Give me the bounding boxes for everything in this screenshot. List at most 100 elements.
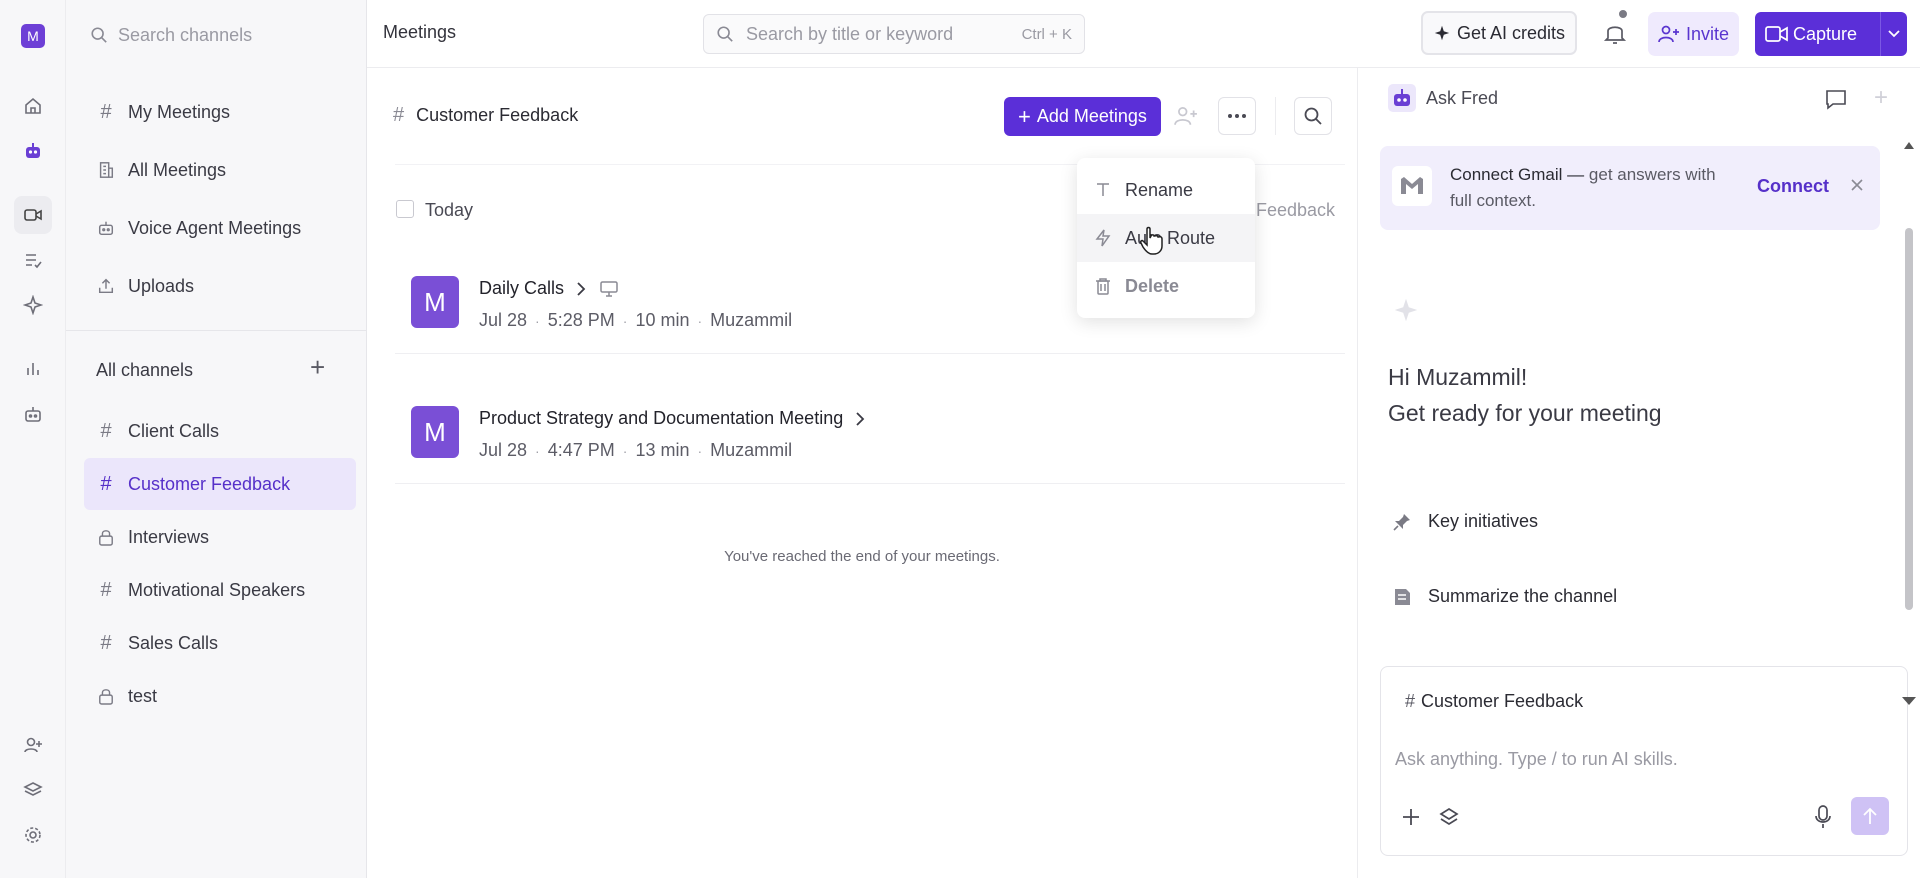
hash-icon: # — [1405, 691, 1416, 711]
menu-item-delete[interactable]: Delete — [1077, 262, 1255, 310]
context-chip[interactable]: # Customer Feedback — [1405, 691, 1583, 712]
sparkle-icon — [1434, 25, 1450, 41]
chat-composer: # Customer Feedback Ask anything. Type /… — [1380, 666, 1908, 856]
global-search-placeholder: Search by title or keyword — [746, 23, 954, 44]
video-icon[interactable] — [14, 196, 52, 234]
channel-item-interviews[interactable]: Interviews — [84, 511, 370, 563]
microphone-icon[interactable] — [1815, 805, 1831, 829]
channel-item-label: Interviews — [128, 526, 210, 547]
top-bar: Meetings Search by title or keyword Ctrl… — [367, 0, 1920, 68]
search-icon — [1304, 107, 1322, 125]
bot-icon[interactable] — [14, 395, 52, 433]
channel-item-client-calls[interactable]: # Client Calls — [84, 405, 370, 457]
get-ai-credits-label: Get AI credits — [1457, 22, 1566, 43]
close-icon[interactable] — [1850, 178, 1864, 192]
scroll-down-arrow-icon[interactable] — [1902, 696, 1916, 706]
meeting-row[interactable]: M Product Strategy and Documentation Mee… — [395, 382, 1345, 484]
invite-button[interactable]: Invite — [1648, 12, 1740, 56]
scrollbar-thumb[interactable] — [1905, 228, 1913, 610]
upload-icon — [84, 277, 128, 295]
greeting-subtitle: Get ready for your meeting — [1388, 400, 1662, 426]
hash-icon: # — [100, 100, 112, 123]
settings-gear-icon[interactable] — [14, 816, 52, 854]
add-user-icon[interactable] — [14, 726, 52, 764]
more-options-button[interactable] — [1218, 97, 1256, 135]
global-search-input[interactable]: Search by title or keyword Ctrl + K — [703, 14, 1085, 54]
robot-icon[interactable] — [14, 132, 52, 170]
nav-item-my-meetings[interactable]: # My Meetings — [84, 86, 370, 138]
pin-icon — [1393, 513, 1410, 531]
scroll-up-arrow-icon[interactable] — [1904, 140, 1914, 150]
channel-search[interactable]: Search channels — [90, 20, 340, 50]
channel-title: Customer Feedback — [416, 105, 579, 125]
suggestion-summarize-channel[interactable]: Summarize the channel — [1392, 586, 1617, 607]
new-chat-icon[interactable] — [1825, 88, 1847, 110]
meeting-time: 4:47 PM — [547, 440, 615, 460]
channel-item-label: Client Calls — [128, 420, 220, 441]
bar-chart-icon[interactable] — [14, 350, 52, 388]
nav-item-label: Voice Agent Meetings — [128, 217, 302, 238]
robot-icon — [84, 219, 128, 237]
hash-icon: # — [100, 419, 112, 442]
skills-layers-icon[interactable] — [1439, 807, 1459, 827]
get-ai-credits-button[interactable]: Get AI credits — [1421, 11, 1578, 55]
plus-icon: + — [1018, 103, 1031, 129]
select-all-checkbox[interactable] — [396, 200, 414, 218]
greeting-text: Hi Muzammil! — [1388, 364, 1528, 390]
note-icon — [1395, 588, 1410, 605]
add-icon[interactable]: + — [1874, 84, 1888, 112]
nav-item-all-meetings[interactable]: All Meetings — [84, 144, 370, 196]
add-meetings-button[interactable]: + Add Meetings — [1004, 97, 1161, 136]
lightning-icon — [1095, 229, 1125, 247]
building-icon — [84, 161, 128, 179]
connect-gmail-card: Connect Gmail — get answers with full co… — [1380, 146, 1880, 230]
channel-header: # Customer Feedback — [393, 104, 578, 127]
channel-item-motivational-speakers[interactable]: # Motivational Speakers — [84, 564, 370, 616]
sparkle-icon[interactable] — [14, 286, 52, 324]
trash-icon — [1095, 277, 1125, 295]
page-title: Meetings — [383, 22, 457, 42]
menu-item-rename[interactable]: Rename — [1077, 166, 1255, 214]
channel-item-test[interactable]: test — [84, 670, 370, 722]
chevron-right-icon — [577, 281, 586, 296]
channel-item-sales-calls[interactable]: # Sales Calls — [84, 617, 370, 669]
attach-plus-icon[interactable] — [1401, 807, 1421, 827]
context-chip-label: Customer Feedback — [1421, 691, 1584, 711]
add-meetings-label: Add Meetings — [1036, 106, 1147, 126]
send-button[interactable] — [1851, 797, 1889, 835]
meeting-title[interactable]: Daily Calls — [479, 278, 564, 299]
arrow-up-icon — [1863, 807, 1877, 824]
assistant-scrollbar[interactable] — [1902, 138, 1916, 705]
nav-item-voice-agent-meetings[interactable]: Voice Agent Meetings — [84, 202, 370, 254]
layers-icon[interactable] — [14, 771, 52, 809]
meeting-avatar: M — [411, 406, 459, 458]
meeting-title-line: Product Strategy and Documentation Meeti… — [479, 408, 865, 429]
search-meetings-button[interactable] — [1294, 97, 1332, 135]
meeting-time: 5:28 PM — [547, 310, 615, 330]
home-icon[interactable] — [14, 87, 52, 125]
suggestion-key-initiatives[interactable]: Key initiatives — [1392, 511, 1538, 532]
capture-button[interactable]: Capture — [1755, 12, 1907, 56]
toolbar-divider — [1275, 97, 1276, 135]
nav-item-uploads[interactable]: Uploads — [84, 260, 370, 312]
partial-feedback-label: Feedback — [1256, 200, 1336, 220]
ellipsis-icon — [1228, 114, 1246, 118]
nav-item-label: Uploads — [128, 275, 195, 296]
chevron-right-icon — [856, 411, 865, 426]
suggestion-label: Summarize the channel — [1428, 586, 1618, 606]
chat-input[interactable]: Ask anything. Type / to run AI skills. — [1395, 749, 1875, 770]
add-member-icon[interactable] — [1174, 105, 1198, 127]
workspace-avatar[interactable]: M — [21, 24, 45, 48]
add-channel-button[interactable]: + — [310, 354, 325, 380]
notifications-bell-icon[interactable] — [1603, 8, 1629, 46]
checklist-icon[interactable] — [14, 241, 52, 279]
capture-chevron-down-icon[interactable] — [1881, 30, 1907, 38]
connect-gmail-title: Connect Gmail — — [1450, 165, 1585, 184]
lock-icon — [84, 687, 128, 705]
connect-button[interactable]: Connect — [1757, 176, 1829, 197]
meeting-duration: 13 min — [635, 440, 690, 460]
menu-item-auto-route[interactable]: Auto Route — [1077, 214, 1255, 262]
channels-header: All channels — [96, 360, 194, 380]
meeting-title[interactable]: Product Strategy and Documentation Meeti… — [479, 408, 843, 429]
channel-item-customer-feedback[interactable]: # Customer Feedback — [84, 458, 356, 510]
